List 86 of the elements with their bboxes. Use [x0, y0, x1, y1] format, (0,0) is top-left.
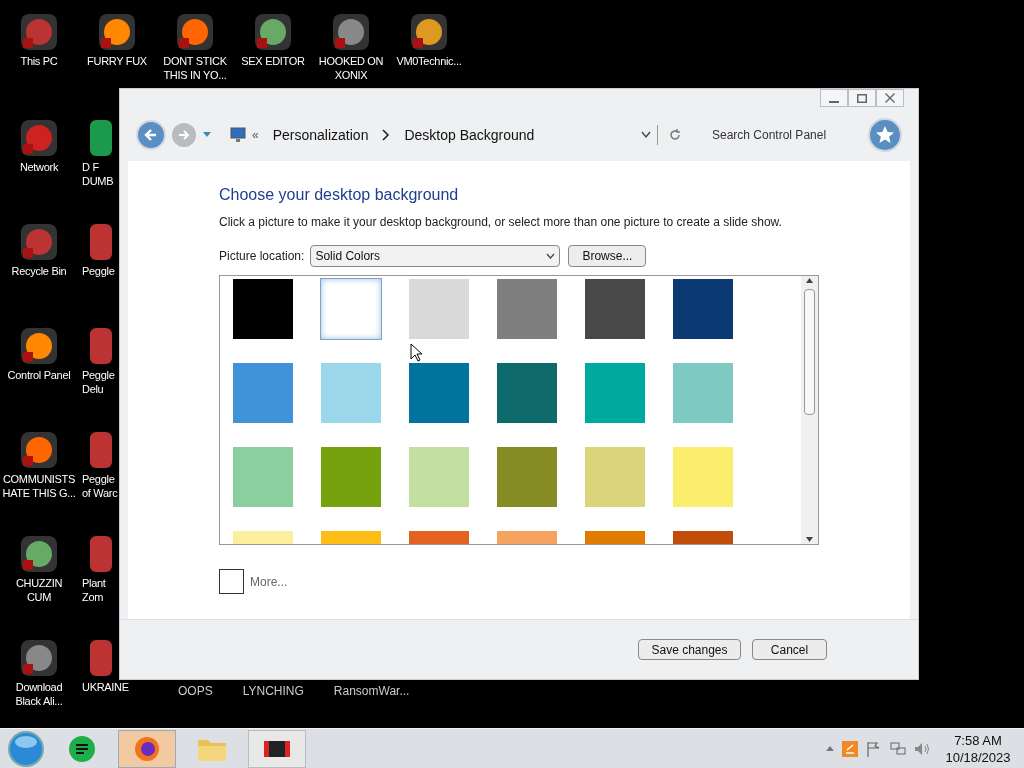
show-hidden-icons-icon[interactable]	[826, 746, 834, 751]
clock-date: 10/18/2023	[945, 748, 1011, 766]
browser-icon	[133, 734, 161, 763]
more-link[interactable]: More...	[250, 572, 288, 591]
color-swatch[interactable]	[321, 447, 381, 507]
color-swatch[interactable]	[497, 363, 557, 423]
overflow-chevron[interactable]: «	[252, 126, 259, 144]
icon-label: CHUZZIN CUM	[15, 576, 63, 604]
icon-label: RansomWar...	[333, 684, 410, 698]
breadcrumb-item[interactable]: Desktop Background	[404, 124, 535, 146]
color-swatch[interactable]	[585, 279, 645, 339]
color-swatch[interactable]	[585, 447, 645, 507]
icon-label: Peggle	[82, 264, 115, 278]
location-label: Picture location:	[219, 248, 305, 265]
tray-app-icon[interactable]	[842, 740, 858, 757]
icon-label: Download Black Ali...	[15, 680, 63, 708]
scroll-down-icon[interactable]	[806, 537, 813, 542]
color-swatch[interactable]	[673, 363, 733, 423]
forward-button[interactable]	[172, 123, 196, 147]
monitor-icon	[230, 127, 246, 143]
icon-label: Plant Zom	[82, 576, 106, 604]
color-swatch[interactable]	[321, 279, 381, 339]
color-swatch[interactable]	[409, 363, 469, 423]
start-button[interactable]	[6, 728, 46, 768]
icon-label: Peggle Delu	[82, 368, 115, 396]
dropdown-caret-icon	[546, 253, 556, 259]
icon-label: SEX EDITOR	[241, 54, 305, 68]
icon-label: Control Panel	[7, 368, 71, 382]
mouse-pointer-icon	[410, 343, 422, 362]
page-heading: Choose your desktop background	[219, 185, 460, 205]
color-swatch[interactable]	[497, 279, 557, 339]
icon-label: Network	[19, 160, 59, 174]
clock-time: 7:58 AM	[954, 731, 1002, 749]
maximize-icon	[857, 93, 867, 103]
cancel-button[interactable]: Cancel	[752, 639, 827, 660]
start-orb-icon	[7, 729, 45, 768]
color-swatch[interactable]	[585, 363, 645, 423]
scroll-thumb[interactable]	[804, 289, 815, 415]
taskbar-app-button[interactable]	[248, 729, 306, 768]
dropdown-caret-icon[interactable]	[641, 131, 651, 139]
minimize-icon	[829, 101, 839, 103]
save-button[interactable]: Save changes	[638, 639, 741, 660]
color-swatch[interactable]	[409, 447, 469, 507]
icon-label: Recycle Bin	[11, 264, 67, 278]
close-button[interactable]	[876, 89, 904, 107]
icon-label: FURRY FUX	[87, 54, 147, 68]
minimize-button[interactable]	[820, 89, 848, 107]
icon-label: DONT STICK THIS IN YO...	[163, 54, 227, 82]
search-field[interactable]: Search Control Panel	[712, 126, 862, 144]
network-icon[interactable]	[890, 740, 906, 757]
scroll-up-icon[interactable]	[806, 278, 813, 283]
clock[interactable]: 7:58 AM 10/18/2023	[938, 731, 1018, 766]
browse-button[interactable]: Browse...	[568, 245, 647, 267]
flag-icon[interactable]	[866, 740, 882, 757]
breadcrumb-item[interactable]: Personalization	[272, 124, 369, 146]
icon-label: LYNCHING	[242, 684, 304, 698]
color-swatch[interactable]	[497, 447, 557, 507]
color-swatch[interactable]	[409, 279, 469, 339]
color-swatch[interactable]	[673, 279, 733, 339]
chevron-icon	[382, 129, 391, 141]
back-arrow-icon	[144, 128, 158, 142]
refresh-icon[interactable]	[668, 128, 682, 142]
color-swatch[interactable]	[673, 447, 733, 507]
favorites-button[interactable]	[868, 118, 902, 152]
close-icon	[885, 93, 895, 103]
maximize-button[interactable]	[848, 89, 876, 107]
icon-label: VM0Technic...	[396, 54, 462, 68]
location-dropdown[interactable]: Solid Colors	[310, 245, 561, 267]
icon-label: OOPS	[178, 684, 213, 698]
picture-position-preview[interactable]	[219, 569, 244, 594]
color-swatch[interactable]	[233, 363, 293, 423]
app-icon	[69, 735, 95, 762]
icon-label: D F DUMB	[82, 160, 114, 188]
icon-label: Peggle of Warc	[82, 472, 118, 500]
back-button[interactable]	[136, 120, 166, 150]
icon-label: This PC	[20, 54, 58, 68]
color-swatch[interactable]	[233, 279, 293, 339]
color-swatch[interactable]	[321, 363, 381, 423]
star-icon	[875, 125, 895, 145]
icon-label: UKRAINE	[82, 680, 129, 694]
icon-label: HOOKED ON XONIX	[318, 54, 384, 82]
scrollbar[interactable]	[801, 276, 818, 544]
icon-label: COMMUNISTS HATE THIS G...	[2, 472, 76, 500]
forward-arrow-icon	[178, 129, 190, 141]
color-swatch[interactable]	[233, 447, 293, 507]
description: Click a picture to make it your desktop background, or select more than one picture to create a slide show.	[219, 214, 783, 231]
